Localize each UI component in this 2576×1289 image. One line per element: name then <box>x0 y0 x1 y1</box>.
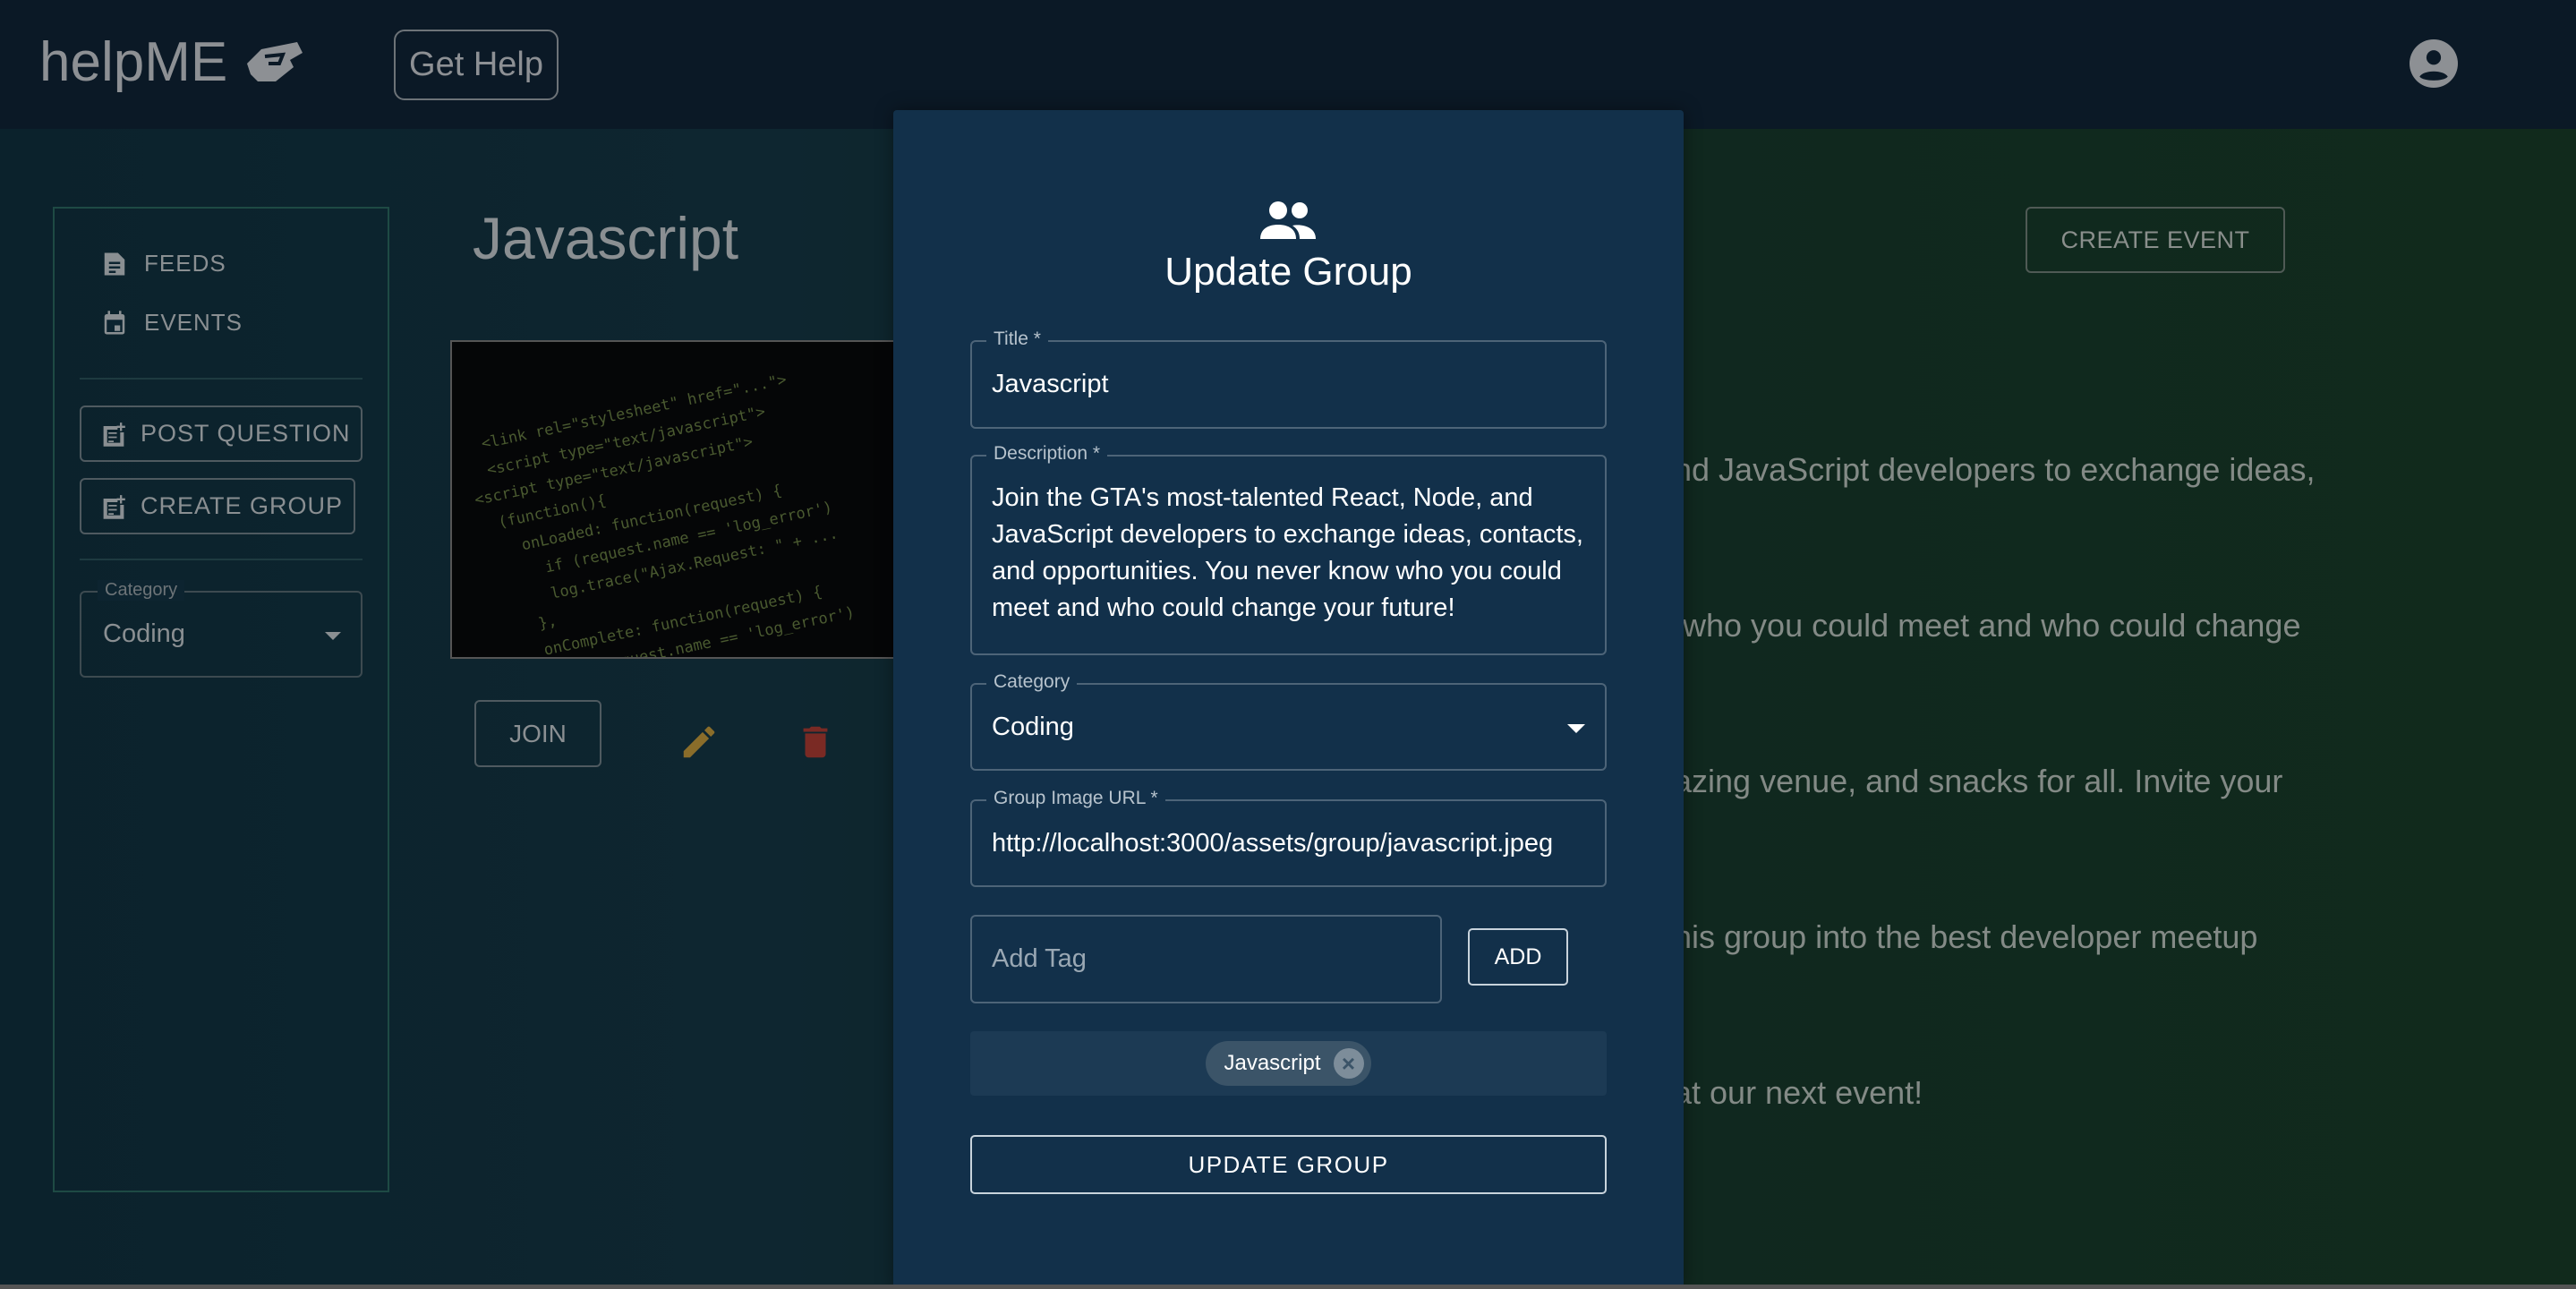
chevron-down-icon <box>1567 724 1585 733</box>
divider <box>80 559 363 560</box>
article-icon <box>104 252 125 275</box>
category-label: Category <box>98 580 185 601</box>
group-image: <link rel="stylesheet" href="..."> <scri… <box>450 340 916 659</box>
create-group-button[interactable]: CREATE GROUP <box>80 478 355 534</box>
description-line: azing venue, and snacks for all. Invite … <box>1674 763 2283 799</box>
category-select[interactable]: Category Coding <box>80 580 363 678</box>
update-group-button[interactable]: UPDATE GROUP <box>970 1135 1607 1194</box>
delete-icon[interactable] <box>795 721 836 763</box>
description-field[interactable]: Description * Join the GTA's most-talent… <box>970 443 1607 655</box>
description-line: his group into the best developer meetup <box>1674 918 2258 955</box>
modal-title: Update Group <box>1164 250 1412 294</box>
logo-text: helpME <box>39 31 228 93</box>
create-event-button[interactable]: CREATE EVENT <box>2026 207 2285 273</box>
category-value: Coding <box>992 713 1074 741</box>
field-label: Group Image URL * <box>986 788 1165 809</box>
category-value: Coding <box>103 619 185 648</box>
join-button[interactable]: JOIN <box>474 700 601 767</box>
code-screenshot: <link rel="stylesheet" href="..."> <scri… <box>473 371 857 659</box>
get-help-button[interactable]: Get Help <box>394 30 559 100</box>
edit-icon[interactable] <box>678 721 720 763</box>
post-question-button[interactable]: POST QUESTION <box>80 405 363 462</box>
description-line: nd JavaScript developers to exchange ide… <box>1674 451 2316 488</box>
field-label: Category <box>986 671 1078 693</box>
handshake-icon <box>247 41 303 81</box>
divider <box>80 378 363 380</box>
image-url-field[interactable]: Group Image URL * http://localhost:3000/… <box>970 788 1607 887</box>
account-circle-icon[interactable] <box>2410 39 2458 88</box>
add-tag-field[interactable]: Add Tag <box>970 915 1442 1003</box>
field-label: Description * <box>986 443 1108 465</box>
sidebar-item-feeds[interactable]: FEEDS <box>101 250 226 277</box>
title-input[interactable]: Javascript <box>992 370 1109 399</box>
image-url-input[interactable]: http://localhost:3000/assets/group/javas… <box>992 829 1553 858</box>
sidebar-item-label: EVENTS <box>144 309 243 336</box>
button-label: CREATE GROUP <box>141 492 344 519</box>
description-line: who you could meet and who could change <box>1674 607 2301 644</box>
post-add-icon <box>103 422 125 447</box>
scrollbar[interactable] <box>0 1285 2576 1289</box>
tag-label: Javascript <box>1224 1051 1321 1075</box>
tag-list: Javascript × <box>970 1031 1607 1096</box>
add-tag-button[interactable]: ADD <box>1468 928 1568 986</box>
tag-chip: Javascript × <box>1206 1041 1371 1086</box>
sidebar: FEEDS EVENTS POST QUESTION CREATE GROUP … <box>53 207 389 1192</box>
field-label: Title * <box>986 329 1048 350</box>
group-description: nd JavaScript developers to exchange ide… <box>1674 340 2390 1171</box>
logo[interactable]: helpME <box>39 30 304 94</box>
sidebar-item-label: FEEDS <box>144 250 226 277</box>
group-icon <box>1260 201 1316 239</box>
chevron-down-icon <box>325 632 341 640</box>
post-add-icon <box>103 494 125 519</box>
description-line: at our next event! <box>1674 1074 1923 1111</box>
button-label: POST QUESTION <box>141 420 351 447</box>
page-title: Javascript <box>473 205 739 271</box>
title-field[interactable]: Title * Javascript <box>970 329 1607 429</box>
description-input[interactable]: Join the GTA's most-talented React, Node… <box>992 480 1591 627</box>
category-select[interactable]: Category Coding <box>970 671 1607 771</box>
event-icon <box>104 310 125 334</box>
close-icon[interactable]: × <box>1333 1048 1364 1079</box>
add-tag-placeholder: Add Tag <box>992 944 1087 973</box>
sidebar-item-events[interactable]: EVENTS <box>101 309 243 337</box>
update-group-modal: Update Group Title * Javascript Descript… <box>893 110 1684 1289</box>
